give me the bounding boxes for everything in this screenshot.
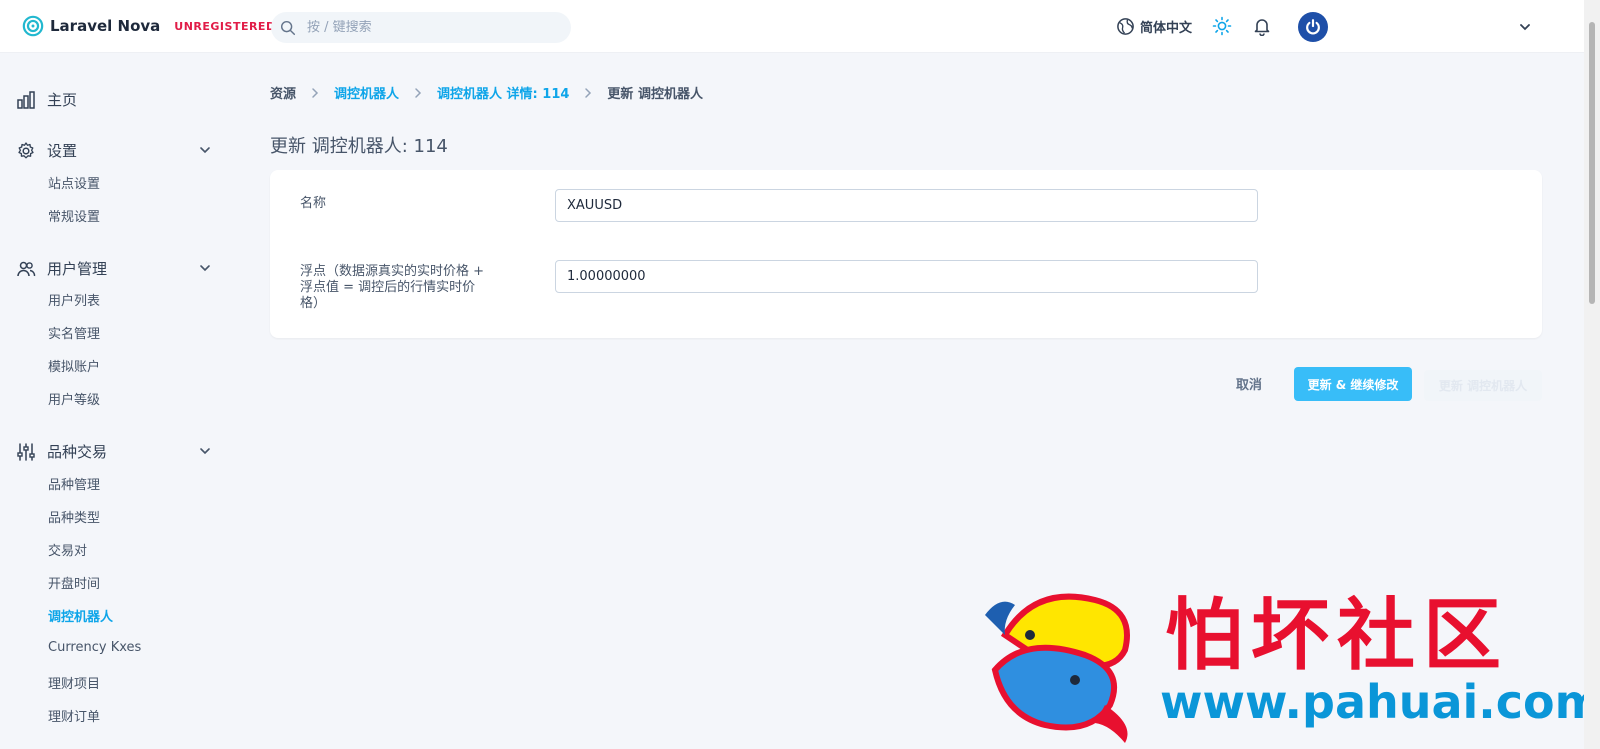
sidebar-item-kyc[interactable]: 实名管理 (48, 323, 100, 342)
sidebar-item-wealth-orders[interactable]: 理财订单 (48, 706, 100, 725)
chevron-right-icon (415, 87, 422, 98)
watermark-title: 怕坏社区 (1165, 590, 1510, 681)
chevron-down-icon (200, 265, 210, 272)
breadcrumb: 资源 调控机器人 调控机器人 详情: 114 更新 调控机器人 (270, 83, 703, 102)
app-name: Laravel Nova (50, 17, 161, 35)
power-icon (1306, 19, 1320, 35)
sidebar-section-label: 主页 (47, 91, 78, 109)
watermark: 怕坏社区 www.pahuai.com (975, 575, 1600, 745)
chevron-right-icon (585, 87, 592, 98)
chevron-down-icon (200, 147, 210, 154)
chevron-down-icon (1520, 24, 1530, 31)
breadcrumb-item-robots[interactable]: 调控机器人 (334, 83, 399, 102)
sidebar-item-user-list[interactable]: 用户列表 (48, 290, 100, 309)
sidebar-section-trading[interactable]: 品种交易 (16, 441, 212, 462)
float-field[interactable] (555, 260, 1258, 293)
breadcrumb-item-resources[interactable]: 资源 (270, 83, 296, 102)
search-icon (280, 20, 296, 35)
language-switcher[interactable]: 简体中文 (1116, 17, 1192, 36)
nova-logo-icon (22, 15, 44, 37)
user-avatar[interactable] (1298, 12, 1328, 42)
sidebar-item-currency-kxes[interactable]: Currency Kxes (48, 640, 141, 655)
page-scrollbar[interactable] (1584, 0, 1600, 749)
sidebar-section-home[interactable]: 主页 (16, 89, 212, 110)
app-logo[interactable]: Laravel Nova UNREGISTERED (22, 15, 276, 37)
user-menu-toggle[interactable] (1518, 19, 1532, 38)
cancel-button[interactable]: 取消 (1236, 374, 1262, 393)
sun-icon (1212, 16, 1232, 36)
sidebar-item-market-hours[interactable]: 开盘时间 (48, 573, 100, 592)
breadcrumb-item-current: 更新 调控机器人 (607, 87, 703, 102)
sidebar-item-control-robots[interactable]: 调控机器人 (48, 606, 113, 625)
float-field-label: 浮点（数据源真实的实时价格 + 浮点值 = 调控后的行情实时价 格） (300, 264, 500, 312)
top-header: Laravel Nova UNREGISTERED 简体中文 (0, 0, 1584, 53)
chevron-down-icon (200, 448, 210, 455)
scrollbar-thumb[interactable] (1589, 22, 1595, 304)
sidebar-item-wealth-projects[interactable]: 理财项目 (48, 673, 100, 692)
sidebar-item-general-settings[interactable]: 常规设置 (48, 206, 100, 225)
name-field[interactable] (555, 189, 1258, 222)
fish-logo-icon (985, 593, 1130, 743)
chevron-right-icon (312, 87, 319, 98)
sidebar-item-symbol-types[interactable]: 品种类型 (48, 507, 100, 526)
update-button[interactable]: 更新 调控机器人 (1424, 370, 1542, 401)
theme-toggle[interactable] (1212, 16, 1232, 40)
language-label: 简体中文 (1140, 21, 1193, 36)
sidebar-item-trading-pairs[interactable]: 交易对 (48, 540, 87, 559)
name-field-label: 名称 (300, 196, 327, 211)
sidebar-section-label: 品种交易 (47, 443, 108, 461)
sidebar-section-settings[interactable]: 设置 (16, 140, 212, 161)
float-label-line: 格） (300, 296, 327, 311)
search-input[interactable] (307, 20, 547, 35)
gear-icon (18, 141, 34, 158)
form-card: 名称 浮点（数据源真实的实时价格 + 浮点值 = 调控后的行情实时价 格） (270, 170, 1542, 338)
update-continue-button[interactable]: 更新 & 继续修改 (1294, 367, 1412, 401)
sliders-icon (17, 442, 35, 461)
sidebar-item-user-levels[interactable]: 用户等级 (48, 389, 100, 408)
sidebar: 主页 设置 站点设置 常规设置 用户管理 用户列表 实名管理 模拟账户 用户等级 (0, 53, 230, 749)
bar-chart-icon (17, 90, 35, 109)
page-title: 更新 调控机器人: 114 (270, 136, 448, 157)
globe-icon (1117, 18, 1134, 35)
float-label-line: 浮点值 = 调控后的行情实时价 (300, 280, 476, 295)
users-icon (17, 261, 36, 276)
global-search[interactable] (271, 12, 571, 43)
watermark-url: www.pahuai.com (1160, 675, 1600, 729)
sidebar-item-symbols[interactable]: 品种管理 (48, 474, 100, 493)
unregistered-badge: UNREGISTERED (174, 19, 276, 33)
sidebar-item-demo-accounts[interactable]: 模拟账户 (48, 356, 100, 375)
sidebar-section-label: 用户管理 (47, 260, 108, 278)
breadcrumb-item-detail[interactable]: 调控机器人 详情: 114 (437, 83, 569, 102)
sidebar-item-site-settings[interactable]: 站点设置 (48, 173, 100, 192)
sidebar-section-user-management[interactable]: 用户管理 (16, 258, 212, 279)
sidebar-section-label: 设置 (47, 142, 78, 160)
bell-icon (1254, 19, 1270, 37)
float-label-line: 浮点（数据源真实的实时价格 + (300, 264, 485, 279)
notifications-button[interactable] (1252, 16, 1272, 40)
